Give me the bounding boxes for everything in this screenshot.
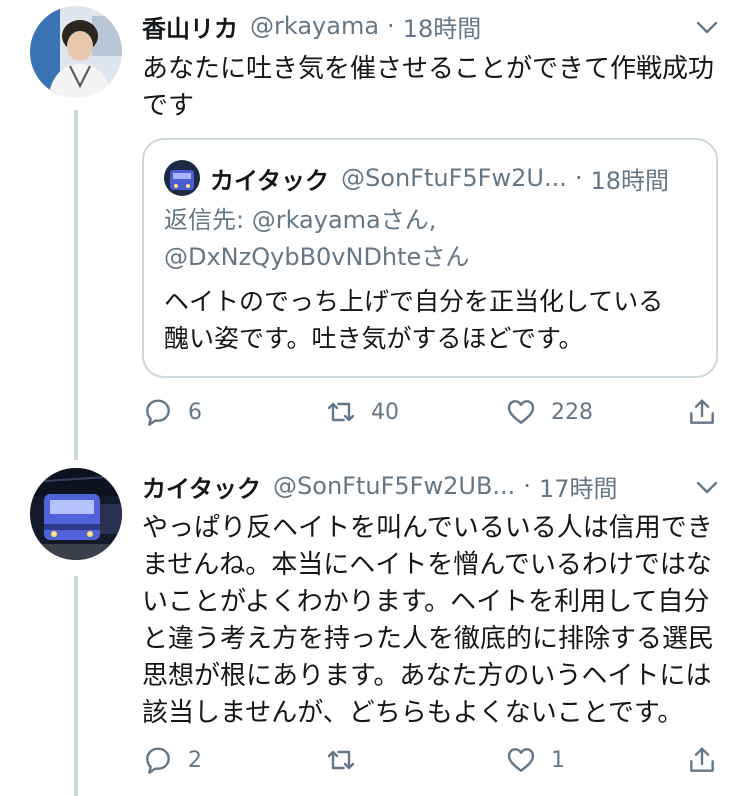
tweet-text-line: 該当しませんが、どちらもよくないことです。 bbox=[142, 698, 684, 728]
quoted-tweet-text: ヘイトのでっち上げで自分を正当化している 醜い姿です。吐き気がするほどです。 bbox=[164, 283, 663, 357]
reply-count: 6 bbox=[188, 399, 202, 425]
tweet-text-line: いことがよくわかります。ヘイトを利用して自分 bbox=[142, 587, 710, 617]
separator-dot: · bbox=[387, 12, 395, 40]
quoted-text-line: 醜い姿です。吐き気がするほどです。 bbox=[164, 324, 584, 353]
replying-to-line: 返信先: @rkayamaさん, bbox=[164, 206, 437, 234]
like-count: 1 bbox=[551, 747, 565, 773]
share-icon bbox=[690, 399, 714, 424]
reply-button[interactable]: 6 bbox=[142, 390, 202, 434]
retweet-button[interactable]: 40 bbox=[325, 390, 399, 434]
like-button[interactable]: 228 bbox=[505, 390, 593, 434]
avatar[interactable] bbox=[30, 468, 122, 560]
quoted-tweet-header: カイタック @SonFtuF5Fw2U... · 18時間 bbox=[164, 158, 704, 198]
retweet-button[interactable] bbox=[325, 738, 371, 782]
retweet-count: 40 bbox=[371, 399, 399, 425]
author-name[interactable]: カイタック bbox=[142, 469, 261, 504]
like-icon bbox=[507, 748, 535, 772]
tweet-text: やっぱり反ヘイトを叫んでいるいる人は信用でき ませんね。本当にヘイトを憎んでいる… bbox=[142, 510, 722, 732]
like-icon bbox=[507, 400, 535, 424]
author-handle[interactable]: @SonFtuF5Fw2UB... bbox=[273, 472, 515, 500]
author-name[interactable]: 香山リカ bbox=[142, 9, 238, 44]
retweet-icon bbox=[327, 750, 355, 770]
share-button[interactable] bbox=[686, 390, 718, 434]
reply-icon bbox=[146, 747, 170, 774]
timestamp[interactable]: 18時間 bbox=[403, 9, 482, 44]
reply-count: 2 bbox=[188, 747, 202, 773]
avatar-kaitakku-image bbox=[30, 468, 122, 560]
quoted-text-line: ヘイトのでっち上げで自分を正当化している bbox=[164, 287, 664, 316]
tweet-header: 香山リカ @rkayama · 18時間 bbox=[142, 6, 710, 46]
quoted-tweet[interactable]: カイタック @SonFtuF5Fw2U... · 18時間 返信先: @rkay… bbox=[142, 138, 718, 378]
tweet-text-line: ませんね。本当にヘイトを憎んでいるわけではな bbox=[142, 550, 712, 580]
tweet-text-line: やっぱり反ヘイトを叫んでいるいる人は信用でき bbox=[142, 513, 713, 543]
quoted-avatar bbox=[164, 160, 200, 196]
tweet-text: あなたに吐き気を催させることができて作戦成功 です bbox=[142, 51, 722, 125]
tweet-actions: 2 1 bbox=[142, 738, 724, 782]
thread-line bbox=[74, 576, 78, 796]
tweet-text-line: です bbox=[142, 91, 195, 121]
quoted-author-name: カイタック bbox=[210, 166, 330, 195]
thread-line bbox=[74, 110, 78, 460]
retweet-icon bbox=[327, 402, 355, 422]
separator-dot: · bbox=[574, 164, 583, 192]
separator-dot: · bbox=[523, 472, 531, 500]
quoted-author-handle: @SonFtuF5Fw2U... bbox=[341, 164, 567, 192]
tweet-2[interactable]: カイタック @SonFtuF5Fw2UB... · 17時間 やっぱり反ヘイトを… bbox=[0, 460, 750, 796]
share-button[interactable] bbox=[686, 738, 718, 782]
reply-icon bbox=[146, 399, 170, 426]
like-count: 228 bbox=[551, 399, 593, 425]
caret-down-icon[interactable] bbox=[694, 474, 720, 500]
share-icon bbox=[690, 747, 714, 772]
like-button[interactable]: 1 bbox=[505, 738, 565, 782]
avatar[interactable] bbox=[30, 6, 122, 98]
tweet-text-line: 思想が根にあります。あなた方のいうヘイトには bbox=[142, 661, 712, 691]
tweet-actions: 6 40 228 bbox=[142, 390, 724, 434]
tweet-text-line: と違う考え方を持った人を徹底的に排除する選民 bbox=[142, 624, 715, 654]
quoted-timestamp: 18時間 bbox=[590, 166, 670, 195]
avatar-rkayama-image bbox=[30, 6, 122, 98]
tweet-header: カイタック @SonFtuF5Fw2UB... · 17時間 bbox=[142, 466, 710, 506]
reply-button[interactable]: 2 bbox=[142, 738, 202, 782]
timestamp[interactable]: 17時間 bbox=[539, 469, 618, 504]
tweet-text-line: あなたに吐き気を催させることができて作戦成功 bbox=[142, 54, 715, 84]
replying-to: 返信先: @rkayamaさん, @DxNzQybB0vNDhteさん bbox=[164, 202, 469, 276]
caret-down-icon[interactable] bbox=[694, 14, 720, 40]
replying-to-line: @DxNzQybB0vNDhteさん bbox=[164, 243, 470, 271]
author-handle[interactable]: @rkayama bbox=[250, 12, 379, 40]
tweet-1[interactable]: 香山リカ @rkayama · 18時間 あなたに吐き気を催させることができて作… bbox=[0, 0, 750, 460]
